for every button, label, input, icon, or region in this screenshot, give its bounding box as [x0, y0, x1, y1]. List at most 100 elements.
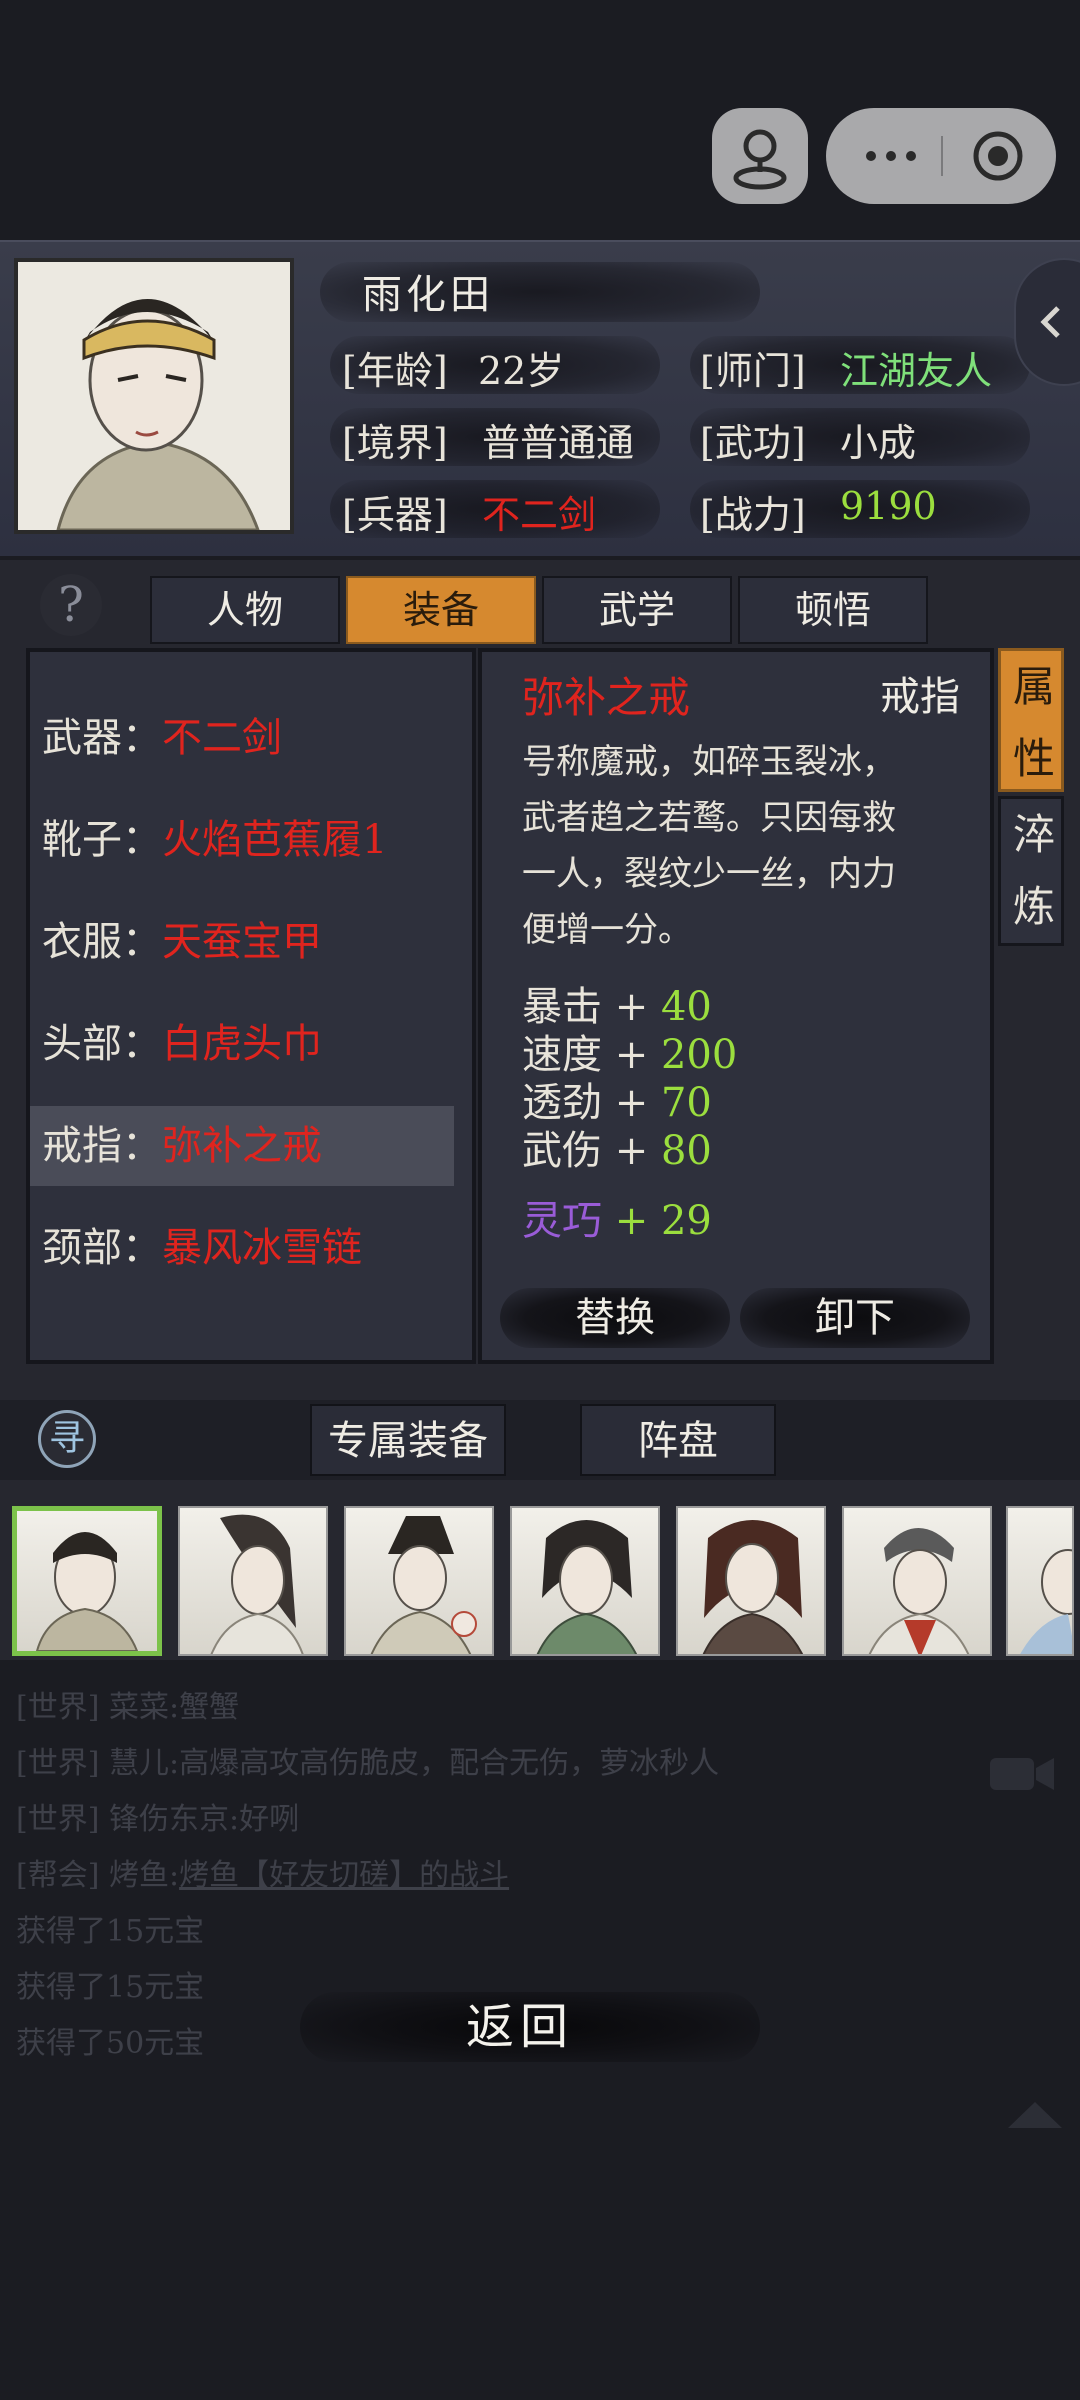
chat-user[interactable]: 锋伤东京:: [109, 1802, 239, 1837]
roster-hero[interactable]: [344, 1506, 494, 1656]
chat-log: [世界] 菜菜:蟹蟹 [世界] 慧儿:高爆高攻高伤脆皮，配合无伤，萝冰秒人 [世…: [0, 1660, 1080, 2061]
collapse-panel-button[interactable]: [1014, 258, 1080, 386]
weapon-value: 不二剑: [482, 493, 597, 537]
chat-channel: [帮会]: [16, 1858, 100, 1893]
stat-special-agility: 灵巧 + 29: [522, 1188, 712, 1246]
tab-enlightenment[interactable]: 顿悟: [738, 576, 928, 644]
special-label: 灵巧: [522, 1198, 602, 1244]
joystick-icon: [733, 129, 787, 190]
item-description: 号称魔戒，如碎玉裂冰， 武者趋之若鹜。只因每救 一人，裂纹少一丝，内力 便增一分…: [522, 734, 972, 958]
slot-boots[interactable]: 靴子：火焰芭蕉履1: [42, 800, 472, 880]
chat-line: 获得了15元宝: [16, 1962, 204, 2006]
slot-label: 颈部：: [42, 1225, 162, 1271]
tab-martial-arts[interactable]: 武学: [542, 576, 732, 644]
chat-channel: [世界]: [16, 1802, 100, 1837]
hero-portrait: [14, 258, 294, 534]
side-tab-refine[interactable]: 淬 炼: [998, 796, 1064, 946]
item-name: 弥补之戒: [522, 673, 691, 722]
martial-value: 小成: [840, 421, 917, 465]
chat-text: 获得了50元宝: [16, 2026, 205, 2061]
desc-line: 便增一分。: [522, 910, 692, 950]
roster-hero[interactable]: [510, 1506, 660, 1656]
tab-character[interactable]: 人物: [150, 576, 340, 644]
age-label: [年龄]: [342, 349, 448, 393]
slot-label: 衣服：: [42, 919, 162, 965]
roster-hero[interactable]: [676, 1506, 826, 1656]
weapon-label: [兵器]: [342, 493, 448, 537]
slot-label: 头部：: [42, 1021, 162, 1067]
chat-text: 获得了15元宝: [16, 1970, 205, 2005]
game-menu-button[interactable]: [712, 108, 808, 204]
bottom-tab-bar: [0, 1400, 1080, 1480]
sect-value[interactable]: 江湖友人: [840, 340, 992, 395]
martial-label: [武功]: [700, 421, 806, 465]
power-label: [战力]: [700, 493, 806, 537]
slot-ring[interactable]: 戒指：弥补之戒: [30, 1106, 454, 1186]
desc-line: 武者趋之若鹜。只因每救: [522, 798, 896, 838]
back-button[interactable]: 返回: [420, 1992, 620, 2062]
slot-weapon[interactable]: 武器：不二剑: [42, 698, 472, 778]
chat-text: 高爆高攻高伤脆皮，配合无伤，萝冰秒人: [179, 1746, 720, 1781]
slot-label: 戒指：: [42, 1123, 162, 1169]
slot-head[interactable]: 头部：白虎头巾: [42, 1004, 472, 1084]
replace-button[interactable]: 替换: [500, 1288, 730, 1348]
chat-channel: [世界]: [16, 1746, 100, 1781]
stat-martial-damage: 武伤 + 80: [522, 1118, 712, 1176]
more-dots-icon[interactable]: [846, 108, 936, 204]
chat-line: 获得了15元宝: [16, 1906, 204, 1950]
age-value: 22岁: [478, 349, 565, 393]
chat-user[interactable]: 烤鱼:: [109, 1858, 179, 1893]
tab-equipment[interactable]: 装备: [346, 576, 536, 644]
roster-hero[interactable]: [178, 1506, 328, 1656]
roster-hero[interactable]: [1006, 1506, 1074, 1656]
side-tab-char: 淬: [1012, 810, 1055, 859]
slot-neck[interactable]: 颈部：暴风冰雪链: [42, 1208, 472, 1288]
special-plus: +: [602, 1198, 661, 1244]
slot-label: 靴子：: [42, 817, 162, 863]
stat-value: 80: [660, 1128, 712, 1174]
slot-item-name: 暴风冰雪链: [162, 1225, 362, 1271]
power-value: 9190: [840, 484, 937, 528]
side-tab-char: 性: [1012, 734, 1055, 783]
side-tab-attributes[interactable]: 属 性: [998, 648, 1064, 792]
chat-text[interactable]: 烤鱼【好友切磋】的战斗: [179, 1858, 509, 1893]
scroll-up-icon[interactable]: [1004, 2096, 1066, 2132]
chat-user[interactable]: 慧儿:: [109, 1746, 179, 1781]
side-tab-char: 属: [1012, 662, 1055, 711]
chat-channel: [世界]: [16, 1690, 100, 1725]
roster-hero[interactable]: [842, 1506, 992, 1656]
slot-label: 武器：: [42, 715, 162, 761]
tab-formation[interactable]: 阵盘: [580, 1404, 776, 1476]
slot-clothes[interactable]: 衣服：天蚕宝甲: [42, 902, 472, 982]
chat-line: [世界] 菜菜:蟹蟹: [16, 1682, 239, 1726]
capsule-menu: [826, 108, 1056, 204]
chevron-left-icon: [1040, 306, 1060, 338]
chat-text: 获得了15元宝: [16, 1914, 205, 1949]
slot-item-name: 白虎头巾: [162, 1021, 322, 1067]
side-tab-char: 炼: [1012, 882, 1055, 931]
unequip-button[interactable]: 卸下: [740, 1288, 970, 1348]
special-value: 29: [660, 1198, 712, 1244]
slot-item-name: 不二剑: [162, 715, 282, 761]
help-button[interactable]: ?: [40, 574, 102, 636]
chat-user[interactable]: 菜菜:: [109, 1690, 179, 1725]
slot-item-name: 火焰芭蕉履1: [162, 817, 388, 863]
tab-exclusive-equipment[interactable]: 专属装备: [310, 1404, 506, 1476]
stat-label: 武伤 +: [522, 1128, 661, 1174]
chat-text: 好咧: [239, 1802, 300, 1837]
slot-item-name: 天蚕宝甲: [162, 919, 322, 965]
realm-value: 普普通通: [482, 421, 635, 465]
seek-button[interactable]: 寻: [38, 1410, 96, 1468]
item-type: 戒指: [880, 674, 960, 720]
chat-line: [世界] 慧儿:高爆高攻高伤脆皮，配合无伤，萝冰秒人: [16, 1738, 719, 1782]
chat-text: 蟹蟹: [179, 1690, 240, 1725]
chat-line: [世界] 锋伤东京:好咧: [16, 1794, 299, 1838]
desc-line: 一人，裂纹少一丝，内力: [522, 854, 896, 894]
target-circle-icon[interactable]: [956, 108, 1046, 204]
slot-item-name: 弥补之戒: [162, 1123, 322, 1169]
realm-label: [境界]: [342, 421, 448, 465]
roster-hero[interactable]: [12, 1506, 162, 1656]
capsule-divider: [941, 136, 943, 176]
chat-line: [帮会] 烤鱼:烤鱼【好友切磋】的战斗: [16, 1850, 509, 1894]
video-camera-icon[interactable]: [988, 1752, 1058, 1796]
